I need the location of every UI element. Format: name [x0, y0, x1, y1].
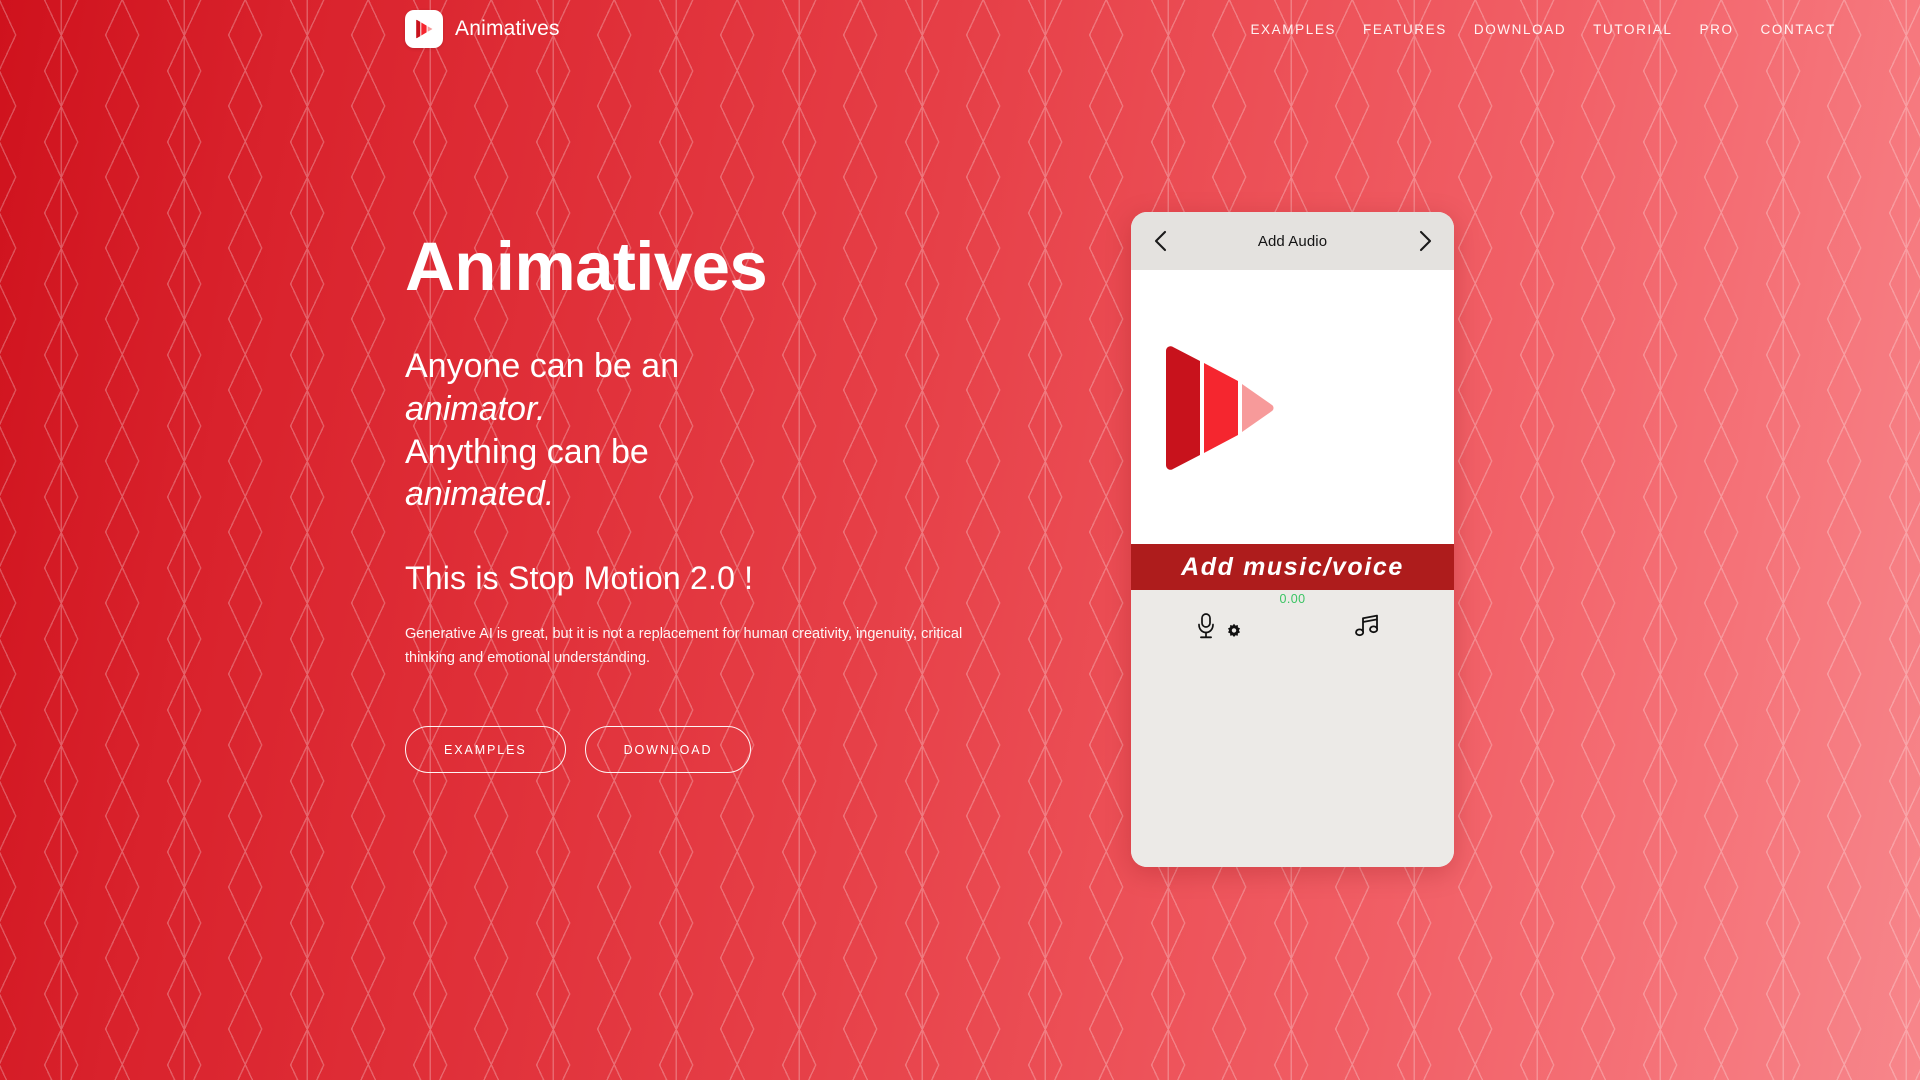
- nav-item-tutorial[interactable]: TUTORIAL: [1593, 22, 1672, 37]
- add-music-voice-label: Add music/voice: [1181, 552, 1404, 581]
- hero-section: Animatives Anyone can be an animator. An…: [405, 228, 1085, 774]
- app-header: Add Audio: [1131, 212, 1454, 270]
- nav-item-examples[interactable]: EXAMPLES: [1250, 22, 1336, 37]
- download-button[interactable]: DOWNLOAD: [584, 726, 752, 774]
- hero-subheading-line-2: animator.: [405, 389, 546, 428]
- play-triangle-icon: [1164, 345, 1276, 471]
- brand-name: Animatives: [455, 17, 560, 40]
- examples-button[interactable]: EXAMPLES: [405, 726, 566, 774]
- app-preview-card: Add Audio Add music/voice 0.00: [1131, 212, 1454, 867]
- hero-subheading: Anyone can be an animator. Anything can …: [405, 345, 1085, 516]
- main-nav: EXAMPLES FEATURES DOWNLOAD TUTORIAL PRO …: [1250, 22, 1836, 37]
- app-header-title: Add Audio: [1257, 232, 1328, 250]
- app-tools-panel: 0.00: [1131, 590, 1454, 867]
- chevron-right-icon[interactable]: [1412, 228, 1438, 254]
- hero-paragraph: Generative AI is great, but it is not a …: [405, 626, 963, 666]
- chevron-left-icon[interactable]: [1147, 228, 1173, 254]
- tool-icon-row: [1131, 611, 1454, 645]
- timecode-display: 0.00: [1279, 592, 1306, 606]
- nav-item-contact[interactable]: CONTACT: [1761, 22, 1836, 37]
- microphone-icon[interactable]: [1193, 611, 1219, 641]
- play-triangle-icon: [405, 10, 443, 48]
- nav-item-pro[interactable]: PRO: [1699, 22, 1733, 37]
- nav-item-download[interactable]: DOWNLOAD: [1474, 22, 1566, 37]
- add-music-voice-button[interactable]: Add music/voice: [1131, 544, 1454, 590]
- hero-subheading-line-3: Anything can be: [405, 432, 649, 471]
- page-title: Animatives: [405, 228, 768, 305]
- cta-button-row: EXAMPLES DOWNLOAD: [405, 726, 1085, 774]
- brand-logo-link[interactable]: Animatives: [405, 10, 560, 48]
- top-navigation-bar: Animatives EXAMPLES FEATURES DOWNLOAD TU…: [0, 0, 1920, 58]
- hero-tagline: This is Stop Motion 2.0 !: [405, 560, 754, 597]
- gear-icon[interactable]: [1226, 623, 1242, 639]
- nav-item-features[interactable]: FEATURES: [1363, 22, 1447, 37]
- hero-subheading-line-1: Anyone can be an: [405, 347, 680, 385]
- hero-subheading-line-4: animated.: [405, 475, 555, 514]
- music-note-icon[interactable]: [1353, 612, 1381, 640]
- app-canvas[interactable]: [1131, 270, 1454, 544]
